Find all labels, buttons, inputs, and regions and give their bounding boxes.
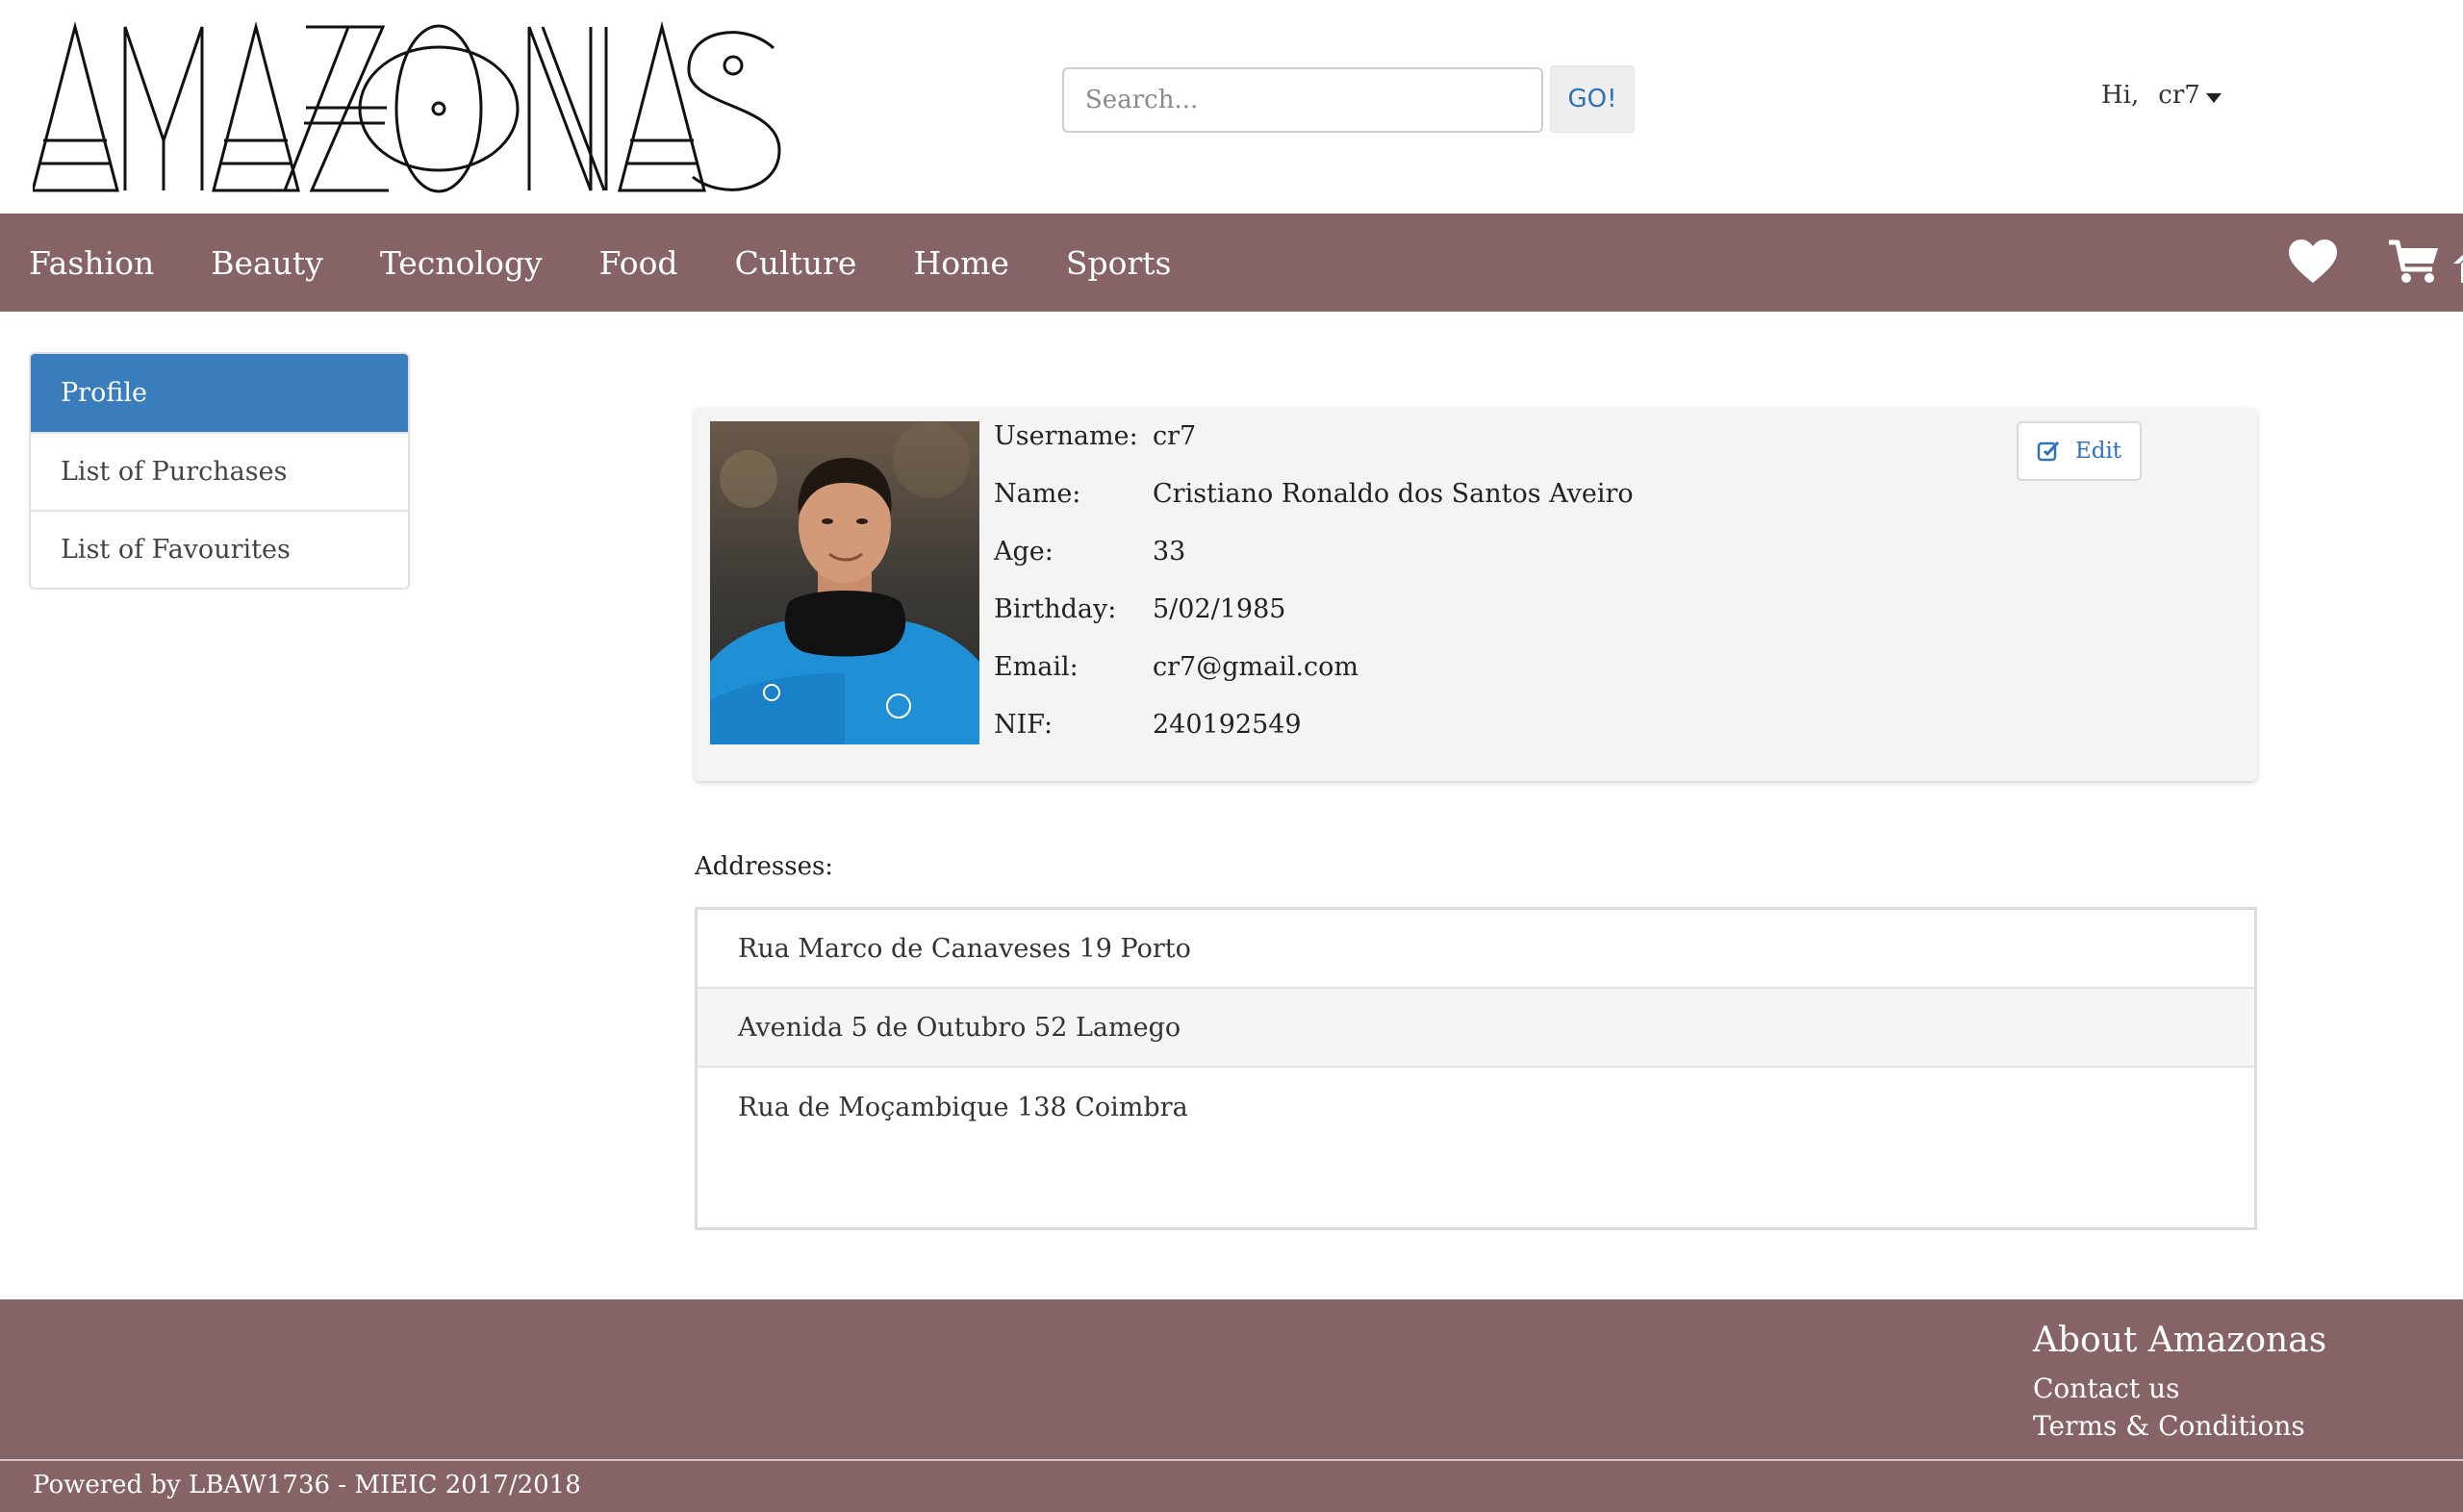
nif-value: 240192549 <box>1153 710 1302 740</box>
name-value: Cristiano Ronaldo dos Santos Aveiro <box>1153 479 1634 509</box>
sidebar-item-profile[interactable]: Profile <box>31 354 408 432</box>
age-value: 33 <box>1153 537 1186 567</box>
address-item: Rua Marco de Canaveses 19 Porto <box>698 910 2254 989</box>
edit-profile-button[interactable]: Edit <box>2017 421 2142 481</box>
nif-label: NIF: <box>994 710 1054 740</box>
footer-divider <box>0 1459 2463 1461</box>
about-heading: About Amazonas <box>2033 1321 2327 1360</box>
nav-food[interactable]: Food <box>599 244 678 282</box>
email-value: cr7@gmail.com <box>1153 652 1359 682</box>
user-menu[interactable]: Hi, cr7 <box>2101 81 2222 110</box>
sidebar-item-list-of-favourites[interactable]: List of Favourites <box>31 510 408 588</box>
contact-us-link[interactable]: Contact us <box>2033 1373 2180 1404</box>
username-text: cr7 <box>2158 81 2200 110</box>
addresses-heading: Addresses: <box>695 852 834 881</box>
caret-down-icon <box>2205 93 2222 103</box>
category-list: Fashion Beauty Tecnology Food Culture Ho… <box>29 214 1229 312</box>
nav-tecnology[interactable]: Tecnology <box>380 244 543 282</box>
edit-icon <box>2037 441 2060 462</box>
username-value: cr7 <box>1153 421 1197 451</box>
footer: About Amazonas Contact us Terms & Condit… <box>0 1299 2463 1512</box>
powered-by-text: Powered by LBAW1736 - MIEIC 2017/2018 <box>33 1471 581 1499</box>
address-item: Avenida 5 de Outubro 52 Lamego <box>698 989 2254 1068</box>
greeting-text: Hi, <box>2101 81 2140 110</box>
username-dropdown[interactable]: cr7 <box>2158 81 2222 110</box>
cart-icon[interactable] <box>2388 239 2440 285</box>
search-go-button[interactable]: GO! <box>1550 65 1635 133</box>
birthday-value: 5/02/1985 <box>1153 594 1286 624</box>
email-label: Email: <box>994 652 1079 682</box>
search-input[interactable] <box>1062 67 1543 133</box>
nav-sports[interactable]: Sports <box>1066 244 1172 282</box>
address-list: Rua Marco de Canaveses 19 Porto Avenida … <box>695 907 2257 1230</box>
username-label: Username: <box>994 421 1138 451</box>
name-label: Name: <box>994 479 1081 509</box>
header: GO! Hi, cr7 <box>0 0 2463 214</box>
nav-beauty[interactable]: Beauty <box>211 244 323 282</box>
category-navbar: Fashion Beauty Tecnology Food Culture Ho… <box>0 214 2463 312</box>
heart-icon[interactable] <box>2287 239 2339 285</box>
amazonas-logo[interactable] <box>31 21 783 196</box>
nav-home[interactable]: Home <box>913 244 1008 282</box>
edit-label: Edit <box>2074 439 2122 464</box>
birthday-label: Birthday: <box>994 594 1117 624</box>
home-icon[interactable] <box>2451 239 2463 285</box>
age-label: Age: <box>994 537 1054 567</box>
terms-conditions-link[interactable]: Terms & Conditions <box>2033 1410 2305 1442</box>
profile-avatar <box>710 421 979 744</box>
profile-sidebar: Profile List of Purchases List of Favour… <box>29 352 410 590</box>
nav-culture[interactable]: Culture <box>735 244 857 282</box>
address-item: Rua de Moçambique 138 Coimbra <box>738 1092 1188 1122</box>
sidebar-item-list-of-purchases[interactable]: List of Purchases <box>31 432 408 510</box>
profile-card: Username: cr7 Name: Cristiano Ronaldo do… <box>695 408 2257 781</box>
nav-fashion[interactable]: Fashion <box>29 244 154 282</box>
